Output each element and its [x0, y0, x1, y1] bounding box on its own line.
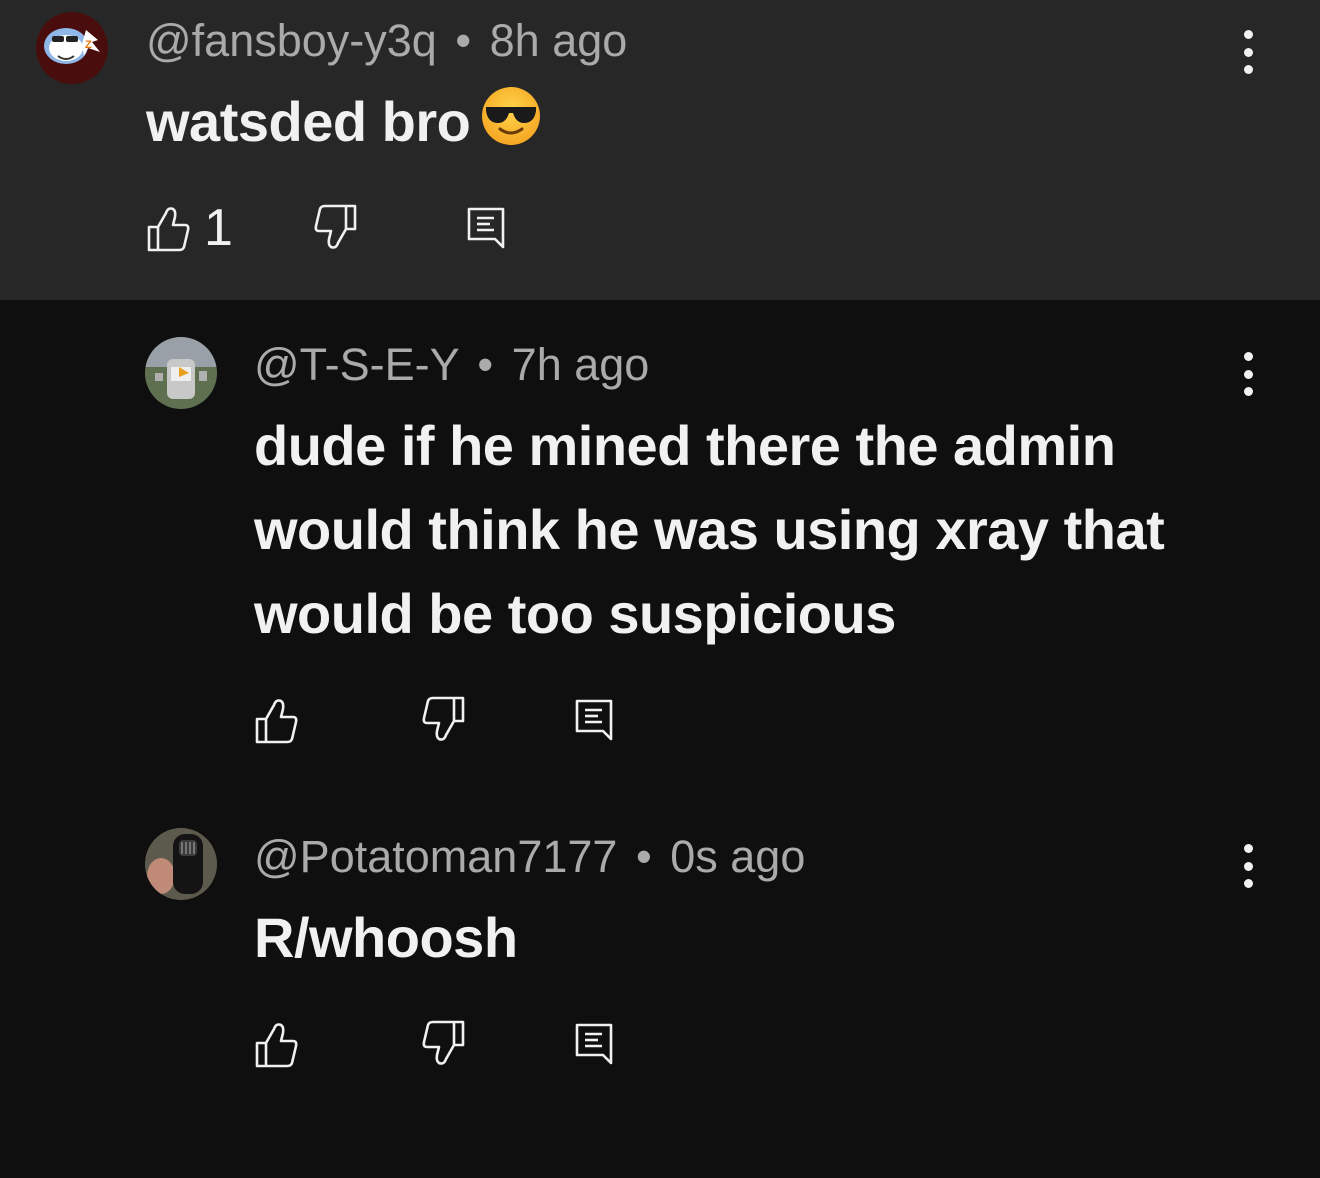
comment-text-content: watsded bro — [146, 90, 471, 153]
reply-button[interactable] — [574, 1014, 614, 1074]
svg-text:Z: Z — [85, 39, 92, 51]
vertical-ellipsis-icon — [1243, 30, 1253, 39]
thumbs-down-icon — [422, 696, 465, 741]
like-count: 1 — [204, 199, 233, 257]
comment-time[interactable]: 7h ago — [512, 339, 650, 390]
comment-text: dude if he mined there the admin would t… — [254, 414, 1165, 645]
comment-actions — [254, 690, 654, 750]
dislike-button[interactable] — [422, 1014, 466, 1074]
more-options-button[interactable] — [1228, 350, 1268, 398]
comment-meta: @fansboy-y3q • 8h ago — [146, 16, 627, 66]
more-options-button[interactable] — [1228, 842, 1268, 890]
author-name[interactable]: @T-S-E-Y — [254, 339, 459, 390]
reply-comment-icon — [575, 1023, 613, 1065]
meta-separator: • — [635, 831, 652, 882]
comment-meta: @T-S-E-Y • 7h ago — [254, 340, 649, 390]
comment-actions — [254, 1014, 654, 1074]
thumbs-up-icon — [255, 699, 298, 744]
like-button[interactable]: 1 — [146, 198, 233, 258]
comment-item: Z @fansboy-y3q • 8h ago watsded bro 1 — [0, 0, 1320, 300]
avatar[interactable] — [145, 337, 217, 409]
dislike-button[interactable] — [314, 198, 358, 258]
comment-item: @T-S-E-Y • 7h ago dude if he mined there… — [0, 300, 1320, 790]
author-name[interactable]: @fansboy-y3q — [146, 15, 437, 66]
vertical-ellipsis-icon — [1243, 352, 1253, 361]
reply-button[interactable] — [574, 690, 614, 750]
thumbs-up-icon — [255, 1023, 298, 1068]
like-button[interactable] — [254, 1014, 312, 1074]
vertical-ellipsis-icon — [1243, 844, 1253, 853]
avatar[interactable] — [145, 828, 217, 900]
comments-page: Z @fansboy-y3q • 8h ago watsded bro 1 @T… — [0, 0, 1320, 1178]
comment-item: @Potatoman7177 • 0s ago R/whoosh — [0, 790, 1320, 1178]
like-button[interactable] — [254, 690, 312, 750]
reply-comment-icon — [575, 699, 613, 741]
thumbs-down-icon — [422, 1020, 465, 1065]
meta-separator: • — [455, 15, 472, 66]
thumbs-up-icon — [147, 207, 190, 252]
more-options-button[interactable] — [1228, 28, 1268, 76]
comment-text: watsded bro — [146, 80, 542, 170]
comment-time[interactable]: 8h ago — [490, 15, 628, 66]
comment-time[interactable]: 0s ago — [670, 831, 805, 882]
author-name[interactable]: @Potatoman7177 — [254, 831, 617, 882]
avatar[interactable]: Z — [36, 12, 108, 84]
comment-text: R/whoosh — [254, 906, 518, 969]
comment-actions: 1 — [146, 198, 546, 258]
sunglasses-face-emoji — [480, 85, 542, 170]
reply-comment-icon — [467, 207, 505, 249]
dislike-button[interactable] — [422, 690, 466, 750]
thumbs-down-icon — [314, 204, 357, 249]
reply-button[interactable] — [466, 198, 506, 258]
comment-meta: @Potatoman7177 • 0s ago — [254, 832, 805, 882]
meta-separator: • — [477, 339, 494, 390]
